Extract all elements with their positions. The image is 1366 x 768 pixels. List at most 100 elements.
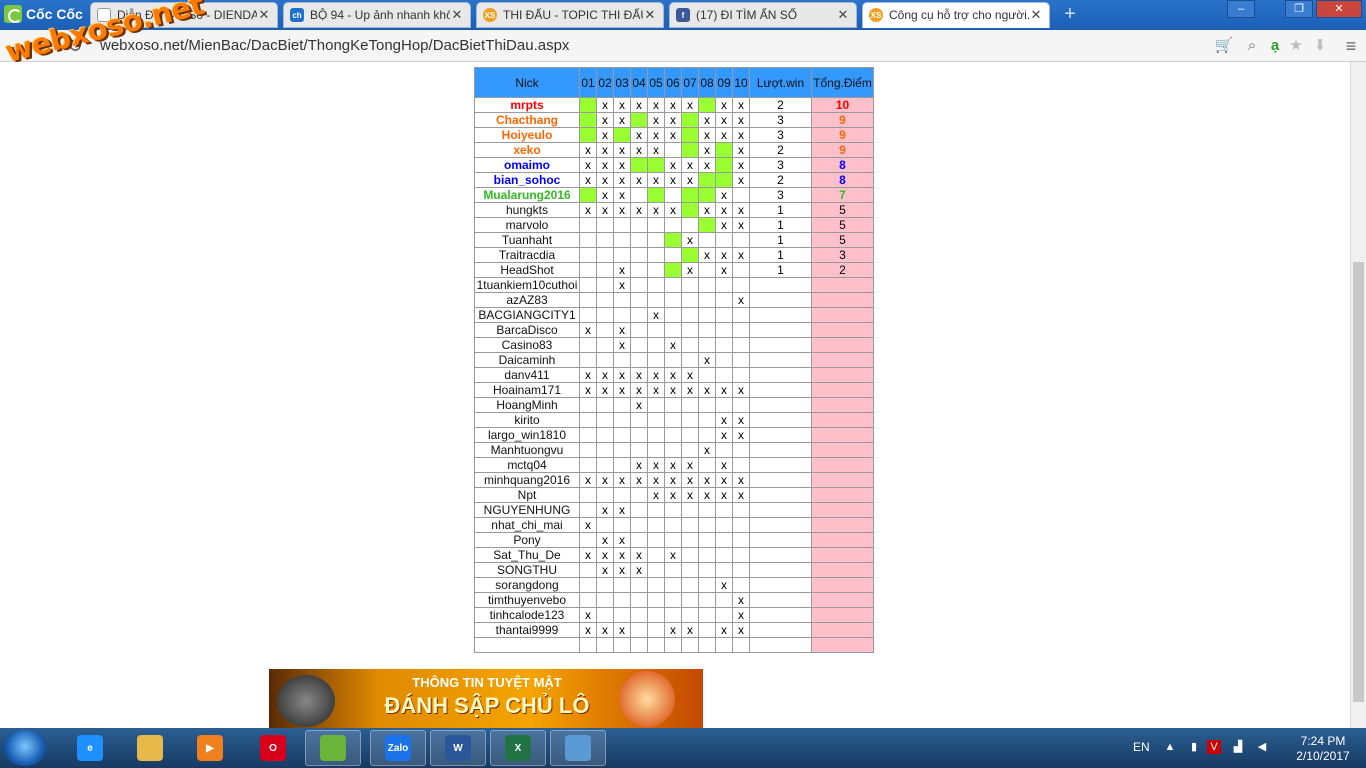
taskbar-app[interactable]: W xyxy=(430,730,486,766)
pick-cell xyxy=(647,517,665,533)
pick-cell xyxy=(579,592,597,608)
taskbar-app[interactable]: ▶ xyxy=(182,730,238,766)
tab-facebook[interactable]: f (17) ĐI TÌM ẨN SỐ ✕ xyxy=(669,2,857,28)
vertical-scrollbar[interactable] xyxy=(1350,62,1366,728)
table-row: BarcaDisco x x xyxy=(474,322,874,338)
pick-cell xyxy=(681,307,699,323)
pick-cell: x xyxy=(647,112,665,128)
tray-expand-icon[interactable]: ▲ xyxy=(1163,740,1177,754)
pick-cell: x xyxy=(732,217,750,233)
taskbar-app[interactable] xyxy=(550,730,606,766)
pick-cell: x xyxy=(664,127,682,143)
close-icon[interactable]: ✕ xyxy=(257,7,271,23)
nick-cell: NGUYENHUNG xyxy=(474,502,580,518)
pick-cell xyxy=(715,517,733,533)
tab-thi-dau[interactable]: XS THI ĐẤU - TOPIC THI ĐẤU... ✕ xyxy=(476,2,664,28)
pick-cell: x xyxy=(613,367,631,383)
taskbar-app[interactable]: X xyxy=(490,730,546,766)
pick-cell xyxy=(698,307,716,323)
search-icon[interactable]: ⌕ xyxy=(1242,36,1262,56)
pick-cell: x xyxy=(715,487,733,503)
opera-icon: O xyxy=(260,735,286,761)
table-row: HoangMinh x xyxy=(474,397,874,413)
hit-cell xyxy=(715,157,733,173)
tab-title: Công cụ hỗ trợ cho người... xyxy=(889,8,1029,22)
pick-cell: x xyxy=(613,562,631,578)
hit-cell xyxy=(698,172,716,188)
language-indicator[interactable]: EN xyxy=(1133,740,1150,754)
nick-cell: Chacthang xyxy=(474,112,580,128)
minimize-button[interactable]: – xyxy=(1227,0,1255,18)
close-icon[interactable]: ✕ xyxy=(836,7,850,23)
translate-icon[interactable]: ạ xyxy=(1265,36,1285,56)
nick-cell: minhquang2016 xyxy=(474,472,580,488)
tong-diem-cell: 9 xyxy=(811,112,874,128)
close-icon[interactable]: ✕ xyxy=(643,7,657,23)
tab-title: (17) ĐI TÌM ẨN SỐ xyxy=(696,8,798,22)
start-button[interactable] xyxy=(4,730,46,766)
hit-cell xyxy=(664,262,682,278)
nick-cell: Hoainam171 xyxy=(474,382,580,398)
pick-cell xyxy=(681,532,699,548)
antivirus-icon[interactable]: V xyxy=(1207,740,1221,754)
pick-cell: x xyxy=(715,247,733,263)
pick-cell xyxy=(647,292,665,308)
banner-line2: ĐÁNH SẬP CHỦ LÔ xyxy=(384,693,590,718)
pick-cell xyxy=(715,502,733,518)
luot-win-cell xyxy=(749,292,812,308)
pick-cell xyxy=(732,367,750,383)
pick-cell: x xyxy=(613,382,631,398)
close-window-button[interactable]: ✕ xyxy=(1316,0,1362,18)
luot-win-cell xyxy=(749,547,812,563)
maximize-button[interactable]: ❐ xyxy=(1285,0,1313,18)
signal-icon[interactable]: ▟ xyxy=(1231,740,1245,754)
tong-diem-cell: 5 xyxy=(811,232,874,248)
taskbar-app[interactable]: Zalo xyxy=(370,730,426,766)
download-icon[interactable]: ⬇ xyxy=(1310,36,1330,56)
tong-diem-cell xyxy=(811,412,874,428)
scrollbar-thumb[interactable] xyxy=(1353,262,1364,702)
pick-cell: x xyxy=(613,547,631,563)
taskbar-app[interactable] xyxy=(122,730,178,766)
taskbar-app[interactable]: e xyxy=(62,730,118,766)
close-icon[interactable]: ✕ xyxy=(450,7,464,23)
pick-cell xyxy=(698,427,716,443)
luot-win-cell xyxy=(749,622,812,638)
tab-bo-94[interactable]: ch BỘ 94 - Up ảnh nhanh khô... ✕ xyxy=(283,2,471,28)
pick-cell: x xyxy=(596,562,614,578)
pick-cell: x xyxy=(596,547,614,563)
battery-icon[interactable]: ▮ xyxy=(1187,740,1201,754)
pick-cell: x xyxy=(698,157,716,173)
taskbar-app[interactable] xyxy=(305,730,361,766)
pick-cell: x xyxy=(630,142,648,158)
address-bar[interactable]: webxoso.net/MienBac/DacBiet/ThongKeTongH… xyxy=(96,35,1206,57)
pick-cell xyxy=(715,367,733,383)
pick-cell: x xyxy=(715,262,733,278)
pick-cell xyxy=(715,532,733,548)
pick-cell: x xyxy=(732,607,750,623)
pick-cell xyxy=(630,442,648,458)
clock-time[interactable]: 7:24 PM xyxy=(1285,734,1361,748)
pick-cell xyxy=(630,292,648,308)
pick-cell: x xyxy=(613,322,631,338)
pick-cell: x xyxy=(715,427,733,443)
new-tab-button[interactable]: + xyxy=(1061,4,1079,24)
pick-cell xyxy=(613,247,631,263)
close-icon[interactable]: ✕ xyxy=(1029,7,1043,23)
luot-win-cell xyxy=(749,487,812,503)
menu-icon[interactable]: ≡ xyxy=(1341,36,1361,56)
pick-cell xyxy=(630,322,648,338)
pick-cell: x xyxy=(681,97,699,113)
cart-icon[interactable]: 🛒 xyxy=(1214,36,1234,56)
pick-cell: x xyxy=(647,307,665,323)
taskbar-app[interactable]: O xyxy=(245,730,301,766)
ad-banner[interactable]: THÔNG TIN TUYỆT MẬT ĐÁNH SẬP CHỦ LÔ xyxy=(269,669,703,728)
pick-cell: x xyxy=(596,622,614,638)
pick-cell xyxy=(715,607,733,623)
clock-date[interactable]: 2/10/2017 xyxy=(1285,749,1361,763)
bookmark-star-icon[interactable]: ★ xyxy=(1286,36,1306,56)
pick-cell xyxy=(630,637,648,653)
volume-icon[interactable]: ◀ xyxy=(1255,740,1269,754)
pick-cell xyxy=(647,217,665,233)
tab-cong-cu[interactable]: XS Công cụ hỗ trợ cho người... ✕ xyxy=(862,2,1050,28)
